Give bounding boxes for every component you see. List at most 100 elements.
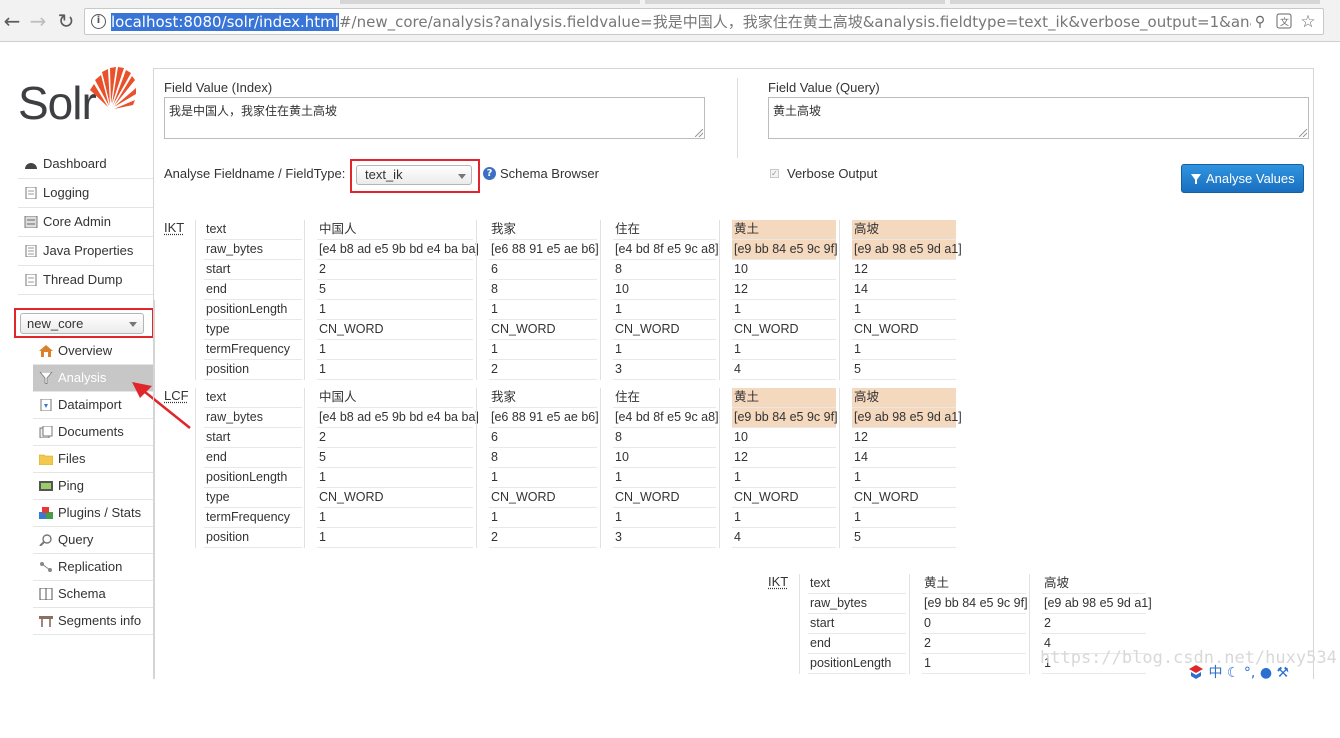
token-attribute-value: 1: [852, 468, 956, 488]
plugins-icon: [39, 507, 53, 519]
token-text: 高坡: [852, 220, 956, 240]
sidebar-item-java-properties[interactable]: Java Properties: [18, 237, 154, 266]
callout-box-core: [14, 308, 154, 338]
replication-icon: [40, 562, 52, 572]
token-attribute-value: 1: [489, 468, 597, 488]
core-nav-label: Replication: [58, 559, 123, 574]
fieldtype-label: Analyse Fieldname / FieldType:: [164, 166, 346, 181]
query-value-text: 黄土高坡: [773, 104, 822, 118]
token-attribute-value: 1: [732, 340, 836, 360]
token-attribute-value: [e4 bd 8f e5 9c a8]: [613, 408, 719, 428]
core-nav-item-overview[interactable]: Overview: [33, 338, 154, 365]
token-column: 高坡 [e9 ab 98 e5 9d a1] 12 14 1 CN_WORD 1 5: [839, 388, 962, 548]
attribute-name-column: text raw_bytes start end positionLength: [799, 574, 907, 674]
sidebar-item-logging[interactable]: Logging: [18, 179, 154, 208]
back-arrow-icon[interactable]: ←: [0, 9, 24, 33]
token-attribute-value: 5: [852, 360, 956, 380]
token-attribute-value: 5: [317, 448, 473, 468]
token-attribute-value: 1: [613, 340, 716, 360]
forward-arrow-icon[interactable]: →: [26, 9, 50, 33]
translate-icon[interactable]: 文: [1275, 13, 1293, 31]
java-properties-icon: [25, 245, 37, 257]
core-nav-label: Overview: [58, 343, 113, 358]
folder-icon: [39, 454, 53, 465]
token-column: 黄土 [e9 bb 84 e5 9c 9f] 0 2 1: [909, 574, 1028, 674]
ime-logo-icon: [1189, 665, 1203, 679]
token-attribute-value: 2: [317, 260, 473, 280]
token-attribute-value: CN_WORD: [732, 320, 836, 340]
index-value-textarea[interactable]: 我是中国人，我家住在黄土高坡: [164, 97, 705, 139]
search-icon[interactable]: ⚲: [1251, 13, 1269, 31]
core-nav-item-segments[interactable]: Segments info: [33, 608, 154, 635]
token-attribute-value: CN_WORD: [613, 488, 716, 508]
token-attribute-value: 1: [732, 300, 836, 320]
token-attribute-value: 5: [317, 280, 473, 300]
token-attribute-value: [e4 b8 ad e5 9b bd e4 ba ba]: [317, 240, 479, 260]
resize-grip-icon[interactable]: [695, 129, 703, 137]
attribute-name: type: [204, 488, 302, 508]
site-info-icon[interactable]: i: [91, 14, 106, 29]
home-icon: [39, 345, 53, 357]
schema-browser-link[interactable]: Schema Browser: [500, 166, 599, 181]
token-attribute-value: 1: [613, 300, 716, 320]
token-attribute-value: 12: [852, 260, 956, 280]
sidebar-item-dashboard[interactable]: Dashboard: [18, 150, 154, 179]
core-nav-item-ping[interactable]: Ping: [33, 473, 154, 500]
token-attribute-value: CN_WORD: [732, 488, 836, 508]
token-attribute-value: 1: [317, 528, 473, 548]
attribute-name: end: [204, 280, 302, 300]
url-text[interactable]: localhost:8080/solr/index.html#/new_core…: [111, 13, 1251, 31]
core-nav-item-plugins[interactable]: Plugins / Stats: [33, 500, 154, 527]
core-nav-item-query[interactable]: Query: [33, 527, 154, 554]
analysis-stage-name[interactable]: IKT: [164, 220, 184, 235]
attribute-name: raw_bytes: [204, 408, 302, 428]
token-attribute-value: [e9 ab 98 e5 9d a1]: [852, 408, 962, 428]
token-text: 我家: [489, 388, 597, 408]
dataimport-icon: [40, 399, 52, 411]
core-nav-item-files[interactable]: Files: [33, 446, 154, 473]
token-attribute-value: 8: [489, 448, 597, 468]
address-bar[interactable]: i localhost:8080/solr/index.html#/new_co…: [84, 8, 1324, 35]
token-text: 高坡: [852, 388, 956, 408]
core-nav-item-replication[interactable]: Replication: [33, 554, 154, 581]
token-column: 我家 [e6 88 91 e5 ae b6] 6 8 1 CN_WORD 1 2: [476, 388, 599, 548]
help-icon[interactable]: ?: [483, 167, 496, 180]
token-attribute-value: 2: [1042, 614, 1146, 634]
sidebar-item-thread-dump[interactable]: Thread Dump: [18, 266, 154, 295]
token-attribute-value: 4: [732, 360, 836, 380]
verbose-output-checkbox[interactable]: ✓: [770, 169, 779, 178]
token-attribute-value: 1: [489, 508, 597, 528]
token-text: 中国人: [317, 388, 473, 408]
query-value-textarea[interactable]: 黄土高坡: [768, 97, 1309, 139]
dashboard-icon: [25, 163, 37, 169]
token-attribute-value: 12: [732, 448, 836, 468]
segments-icon: [39, 616, 53, 627]
analyse-values-button[interactable]: Analyse Values: [1181, 164, 1304, 193]
attribute-name: type: [204, 320, 302, 340]
sidebar-item-core-admin[interactable]: Core Admin: [18, 208, 154, 237]
thread-dump-icon: [25, 274, 37, 286]
solr-logo[interactable]: Solr: [18, 67, 138, 130]
token-attribute-value: [e9 bb 84 e5 9c 9f]: [732, 408, 838, 428]
sidebar-item-label: Dashboard: [43, 156, 107, 171]
attribute-name: position: [204, 528, 302, 548]
token-attribute-value: CN_WORD: [852, 488, 956, 508]
analysis-phase: IKT text raw_bytes start end positionLength ty…: [164, 220, 964, 384]
token-attribute-value: [e4 b8 ad e5 9b bd e4 ba ba]: [317, 408, 479, 428]
token-attribute-value: 2: [489, 528, 597, 548]
token-attribute-value: [e9 ab 98 e5 9d a1]: [1042, 594, 1152, 614]
attribute-name: raw_bytes: [204, 240, 302, 260]
analysis-phase: LCF text raw_bytes start end positionLength ty…: [164, 388, 964, 552]
token-attribute-value: CN_WORD: [317, 488, 473, 508]
token-attribute-value: 8: [489, 280, 597, 300]
token-attribute-value: 8: [613, 428, 716, 448]
core-nav-item-schema[interactable]: Schema: [33, 581, 154, 608]
resize-grip-icon[interactable]: [1299, 129, 1307, 137]
reload-icon[interactable]: ↻: [54, 9, 78, 33]
token-attribute-value: CN_WORD: [852, 320, 956, 340]
token-attribute-value: 1: [732, 508, 836, 528]
bookmark-star-icon[interactable]: ☆: [1299, 13, 1317, 31]
tab-strip-edge: [645, 0, 945, 4]
analysis-stage-name[interactable]: LCF: [164, 388, 189, 403]
analysis-stage-name[interactable]: IKT: [768, 574, 788, 589]
